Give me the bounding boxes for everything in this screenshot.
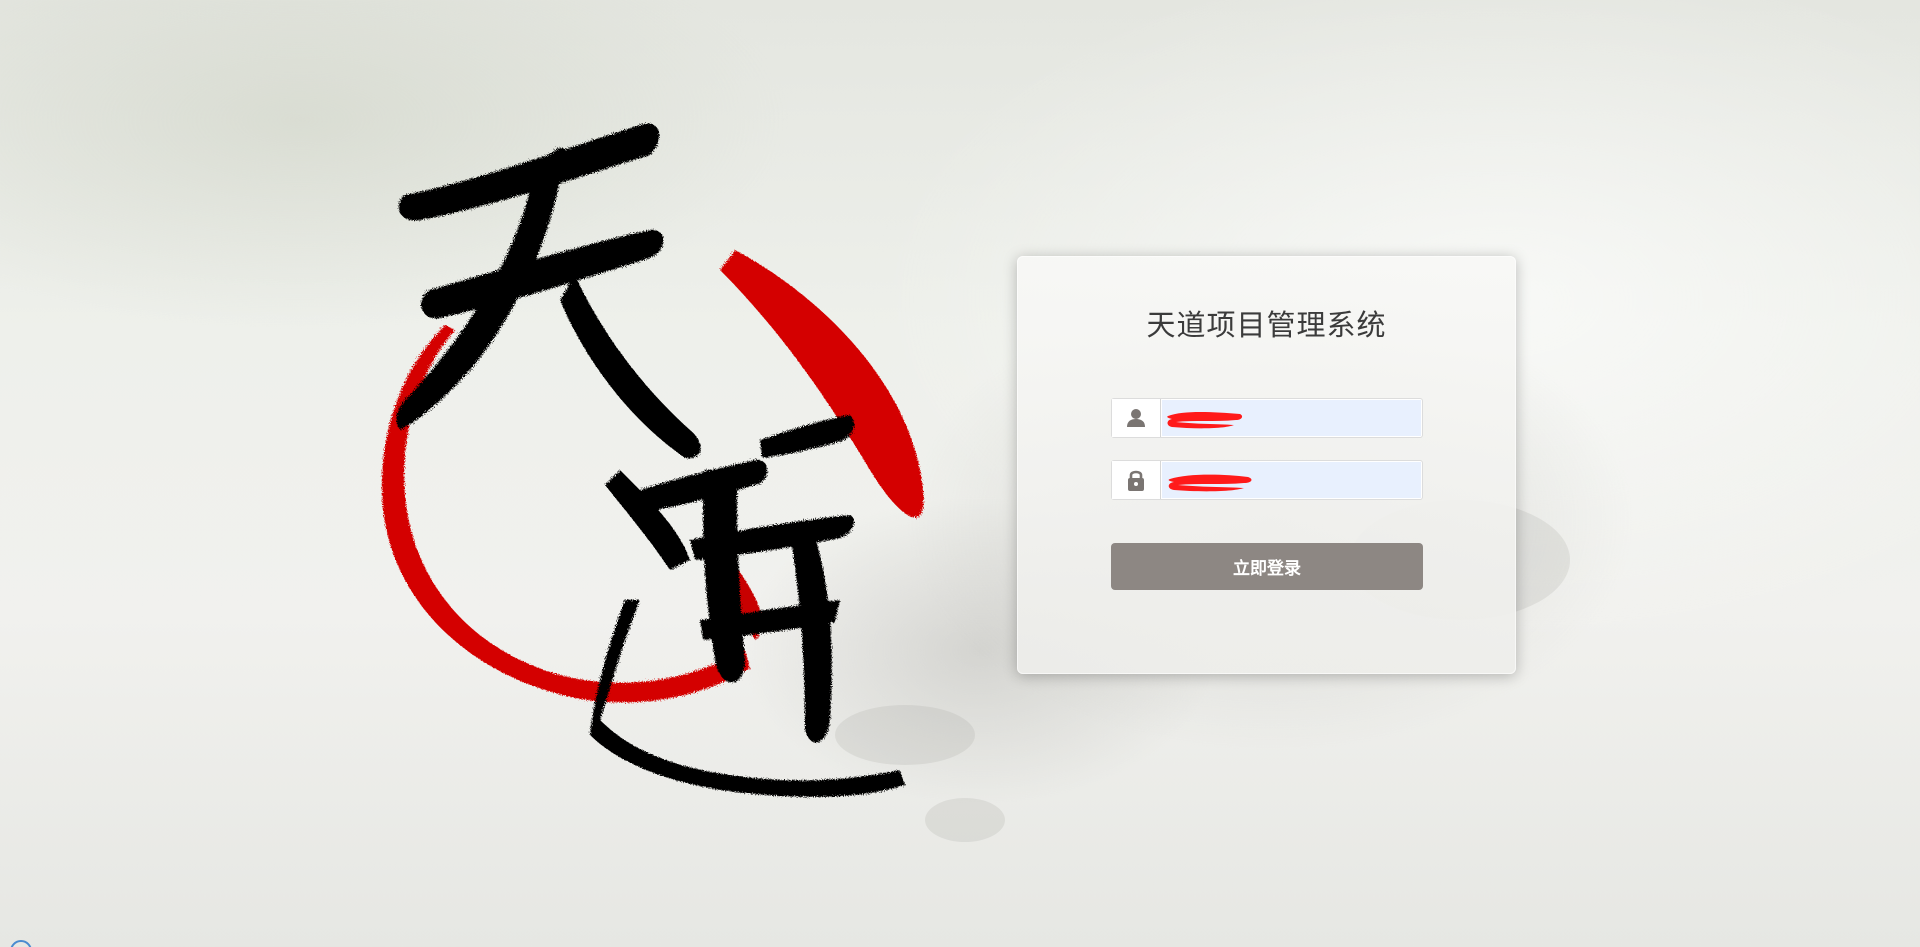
password-input[interactable] [1162, 462, 1421, 498]
login-button[interactable]: 立即登录 [1111, 543, 1423, 590]
lock-icon [1112, 461, 1161, 499]
calligraphy-tian [396, 123, 701, 459]
username-field[interactable] [1111, 398, 1423, 438]
password-field[interactable] [1111, 460, 1423, 500]
calligraphy-logo [381, 123, 1570, 842]
login-panel: 天道项目管理系统 立即登录 [1017, 256, 1516, 674]
user-icon [1112, 399, 1161, 437]
page-title: 天道项目管理系统 [1146, 308, 1387, 342]
username-input[interactable] [1162, 400, 1421, 436]
red-brush-circle [381, 250, 924, 703]
